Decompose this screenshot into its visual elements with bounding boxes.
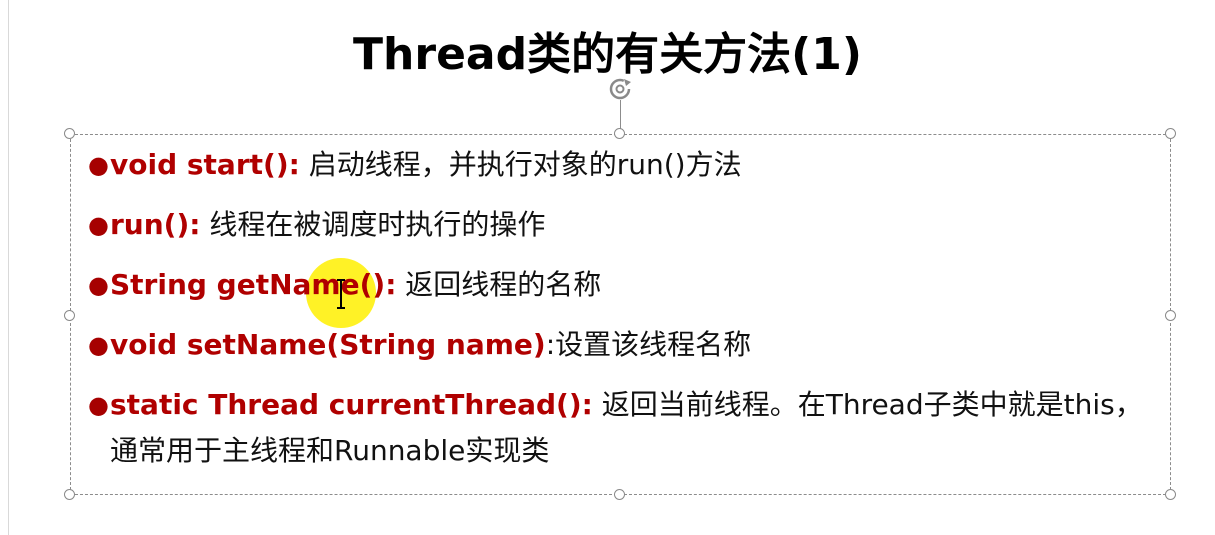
resize-handle-top[interactable] [614,128,625,139]
resize-handle-bottom-right[interactable] [1165,489,1176,500]
resize-handle-bottom-left[interactable] [64,489,75,500]
resize-handle-top-right[interactable] [1165,128,1176,139]
method-description: 启动线程，并执行对象的run()方法 [299,148,742,181]
method-name: void start(): [110,148,300,181]
list-item[interactable]: ● run(): 线程在被调度时执行的操作 [88,202,1158,248]
list-item[interactable]: ● void start(): 启动线程，并执行对象的run()方法 [88,142,1158,188]
method-description: 线程在被调度时执行的操作 [200,208,546,241]
bullet-dot-icon: ● [88,211,109,239]
bullet-dot-icon: ● [88,331,109,359]
method-name: void setName(String name) [110,328,546,361]
list-item[interactable]: ● String getName(): 返回线程的名称 [88,262,1158,308]
method-name: run(): [110,208,201,241]
list-item[interactable]: ● static Thread currentThread(): 返回当前线程。在… [88,382,1158,474]
list-item[interactable]: ● void setName(String name):设置该线程名称 [88,322,1158,368]
resize-handle-left[interactable] [64,310,75,321]
bullet-dot-icon: ● [88,391,109,419]
rotate-icon[interactable] [606,74,636,104]
resize-handle-top-left[interactable] [64,128,75,139]
resize-handle-bottom[interactable] [614,489,625,500]
bullet-dot-icon: ● [88,271,109,299]
method-name: String getName(): [110,268,397,301]
method-description: 返回线程的名称 [396,268,602,301]
method-description: :设置该线程名称 [545,328,752,361]
method-name: static Thread currentThread(): [110,388,593,421]
resize-handle-right[interactable] [1165,310,1176,321]
bullet-dot-icon: ● [88,151,109,179]
slide-title[interactable]: Thread类的有关方法(1) [0,18,1215,82]
ibeam-cursor-icon [337,279,345,309]
method-list[interactable]: ● void start(): 启动线程，并执行对象的run()方法 ● run()… [88,142,1158,488]
